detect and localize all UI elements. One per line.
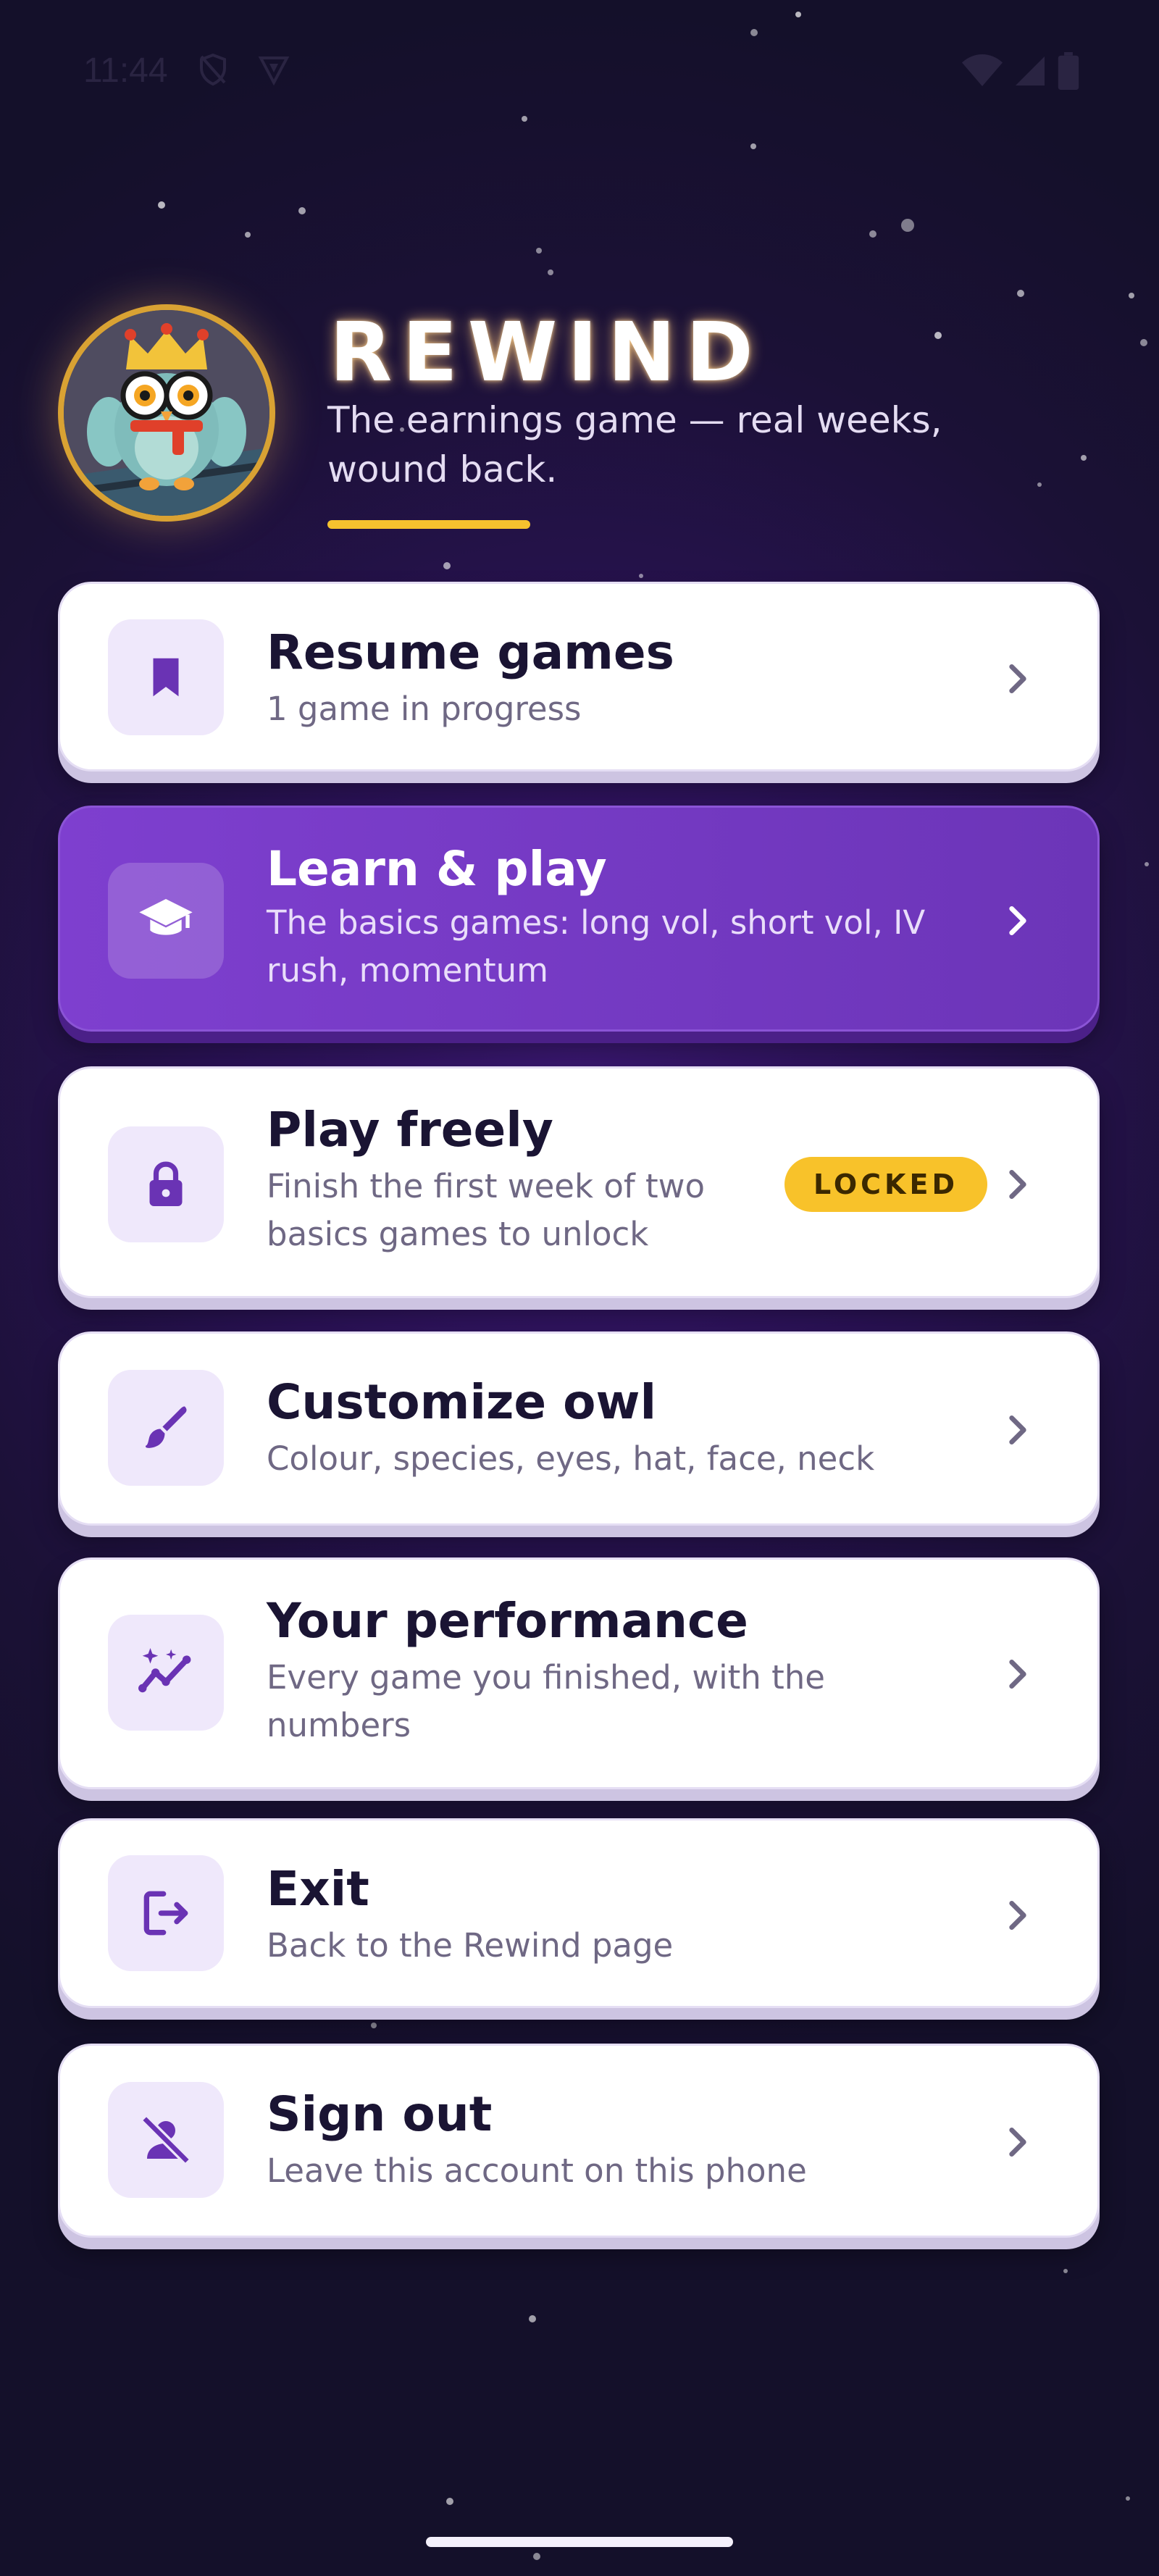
graduation-cap-icon xyxy=(139,899,193,935)
status-icons-right xyxy=(962,52,1079,90)
customize-owl-subtitle: Colour, species, eyes, hat, face, neck xyxy=(267,1439,875,1478)
customize-owl-card[interactable]: Customize owl Colour, species, eyes, hat… xyxy=(58,1331,1100,1526)
learn-and-play-icon-box xyxy=(108,863,224,979)
cellular-signal-icon xyxy=(1016,57,1045,85)
person-off-icon xyxy=(141,2115,191,2165)
exit-door-icon xyxy=(143,1891,188,1936)
app-tagline: The earnings game — real weeks, wound ba… xyxy=(327,399,942,490)
status-time: 11:44 xyxy=(83,51,168,90)
chevron-right-icon xyxy=(1009,2128,1026,2157)
play-freely-card[interactable]: Play freely Finish the first week of two… xyxy=(58,1066,1100,1298)
tagline-underline xyxy=(327,520,530,529)
wifi-icon xyxy=(962,54,1003,86)
play-freely-title: Play freely xyxy=(267,1102,553,1158)
lock-icon xyxy=(149,1161,183,1206)
sparkle-chart-icon xyxy=(138,1647,191,1693)
sign-out-icon-box xyxy=(108,2082,224,2198)
resume-games-card[interactable]: Resume games 1 game in progress xyxy=(58,582,1100,771)
learn-and-play-card[interactable]: Learn & play The basics games: long vol,… xyxy=(58,806,1100,1032)
chevron-right-icon xyxy=(1009,906,1026,935)
status-icons-left xyxy=(196,52,291,87)
customize-owl-icon-box xyxy=(108,1370,224,1486)
chevron-right-icon xyxy=(1009,1901,1026,1930)
app-title: REWIND xyxy=(330,306,763,400)
your-performance-subtitle: Every game you finished, with the number… xyxy=(267,1658,825,1744)
owl-avatar[interactable] xyxy=(58,304,275,522)
exit-subtitle: Back to the Rewind page xyxy=(267,1926,674,1965)
sign-out-subtitle: Leave this account on this phone xyxy=(267,2151,807,2190)
learn-and-play-title: Learn & play xyxy=(267,841,607,897)
your-performance-card[interactable]: Your performance Every game you finished… xyxy=(58,1557,1100,1789)
sign-out-title: Sign out xyxy=(267,2086,493,2142)
exit-title: Exit xyxy=(267,1861,369,1917)
play-freely-icon-box xyxy=(108,1126,224,1242)
chevron-right-icon xyxy=(1009,1170,1026,1199)
bookmark-icon xyxy=(153,658,179,697)
shield-off-icon xyxy=(200,53,226,86)
customize-owl-title: Customize owl xyxy=(267,1374,657,1430)
sign-out-card[interactable]: Sign out Leave this account on this phon… xyxy=(58,2044,1100,2238)
vpn-badge-icon xyxy=(258,57,290,86)
home-indicator[interactable] xyxy=(426,2537,733,2547)
exit-icon-box xyxy=(108,1855,224,1971)
paintbrush-icon xyxy=(145,1406,187,1448)
locked-badge: LOCKED xyxy=(784,1157,987,1212)
resume-games-title: Resume games xyxy=(267,624,674,680)
app-header: REWIND The earnings game — real weeks, w… xyxy=(0,290,1159,551)
chevron-right-icon xyxy=(1009,664,1026,693)
battery-icon xyxy=(1058,52,1079,90)
resume-games-subtitle: 1 game in progress xyxy=(267,690,582,728)
your-performance-icon-box xyxy=(108,1615,224,1731)
resume-games-icon-box xyxy=(108,619,224,735)
learn-and-play-subtitle: The basics games: long vol, short vol, I… xyxy=(267,903,926,990)
play-freely-subtitle: Finish the first week of two basics game… xyxy=(267,1167,705,1253)
your-performance-title: Your performance xyxy=(267,1593,748,1649)
chevron-right-icon xyxy=(1009,1660,1026,1689)
exit-card[interactable]: Exit Back to the Rewind page xyxy=(58,1818,1100,2008)
chevron-right-icon xyxy=(1009,1415,1026,1444)
owl-illustration xyxy=(64,310,269,516)
status-bar: 11:44 xyxy=(0,0,1159,145)
